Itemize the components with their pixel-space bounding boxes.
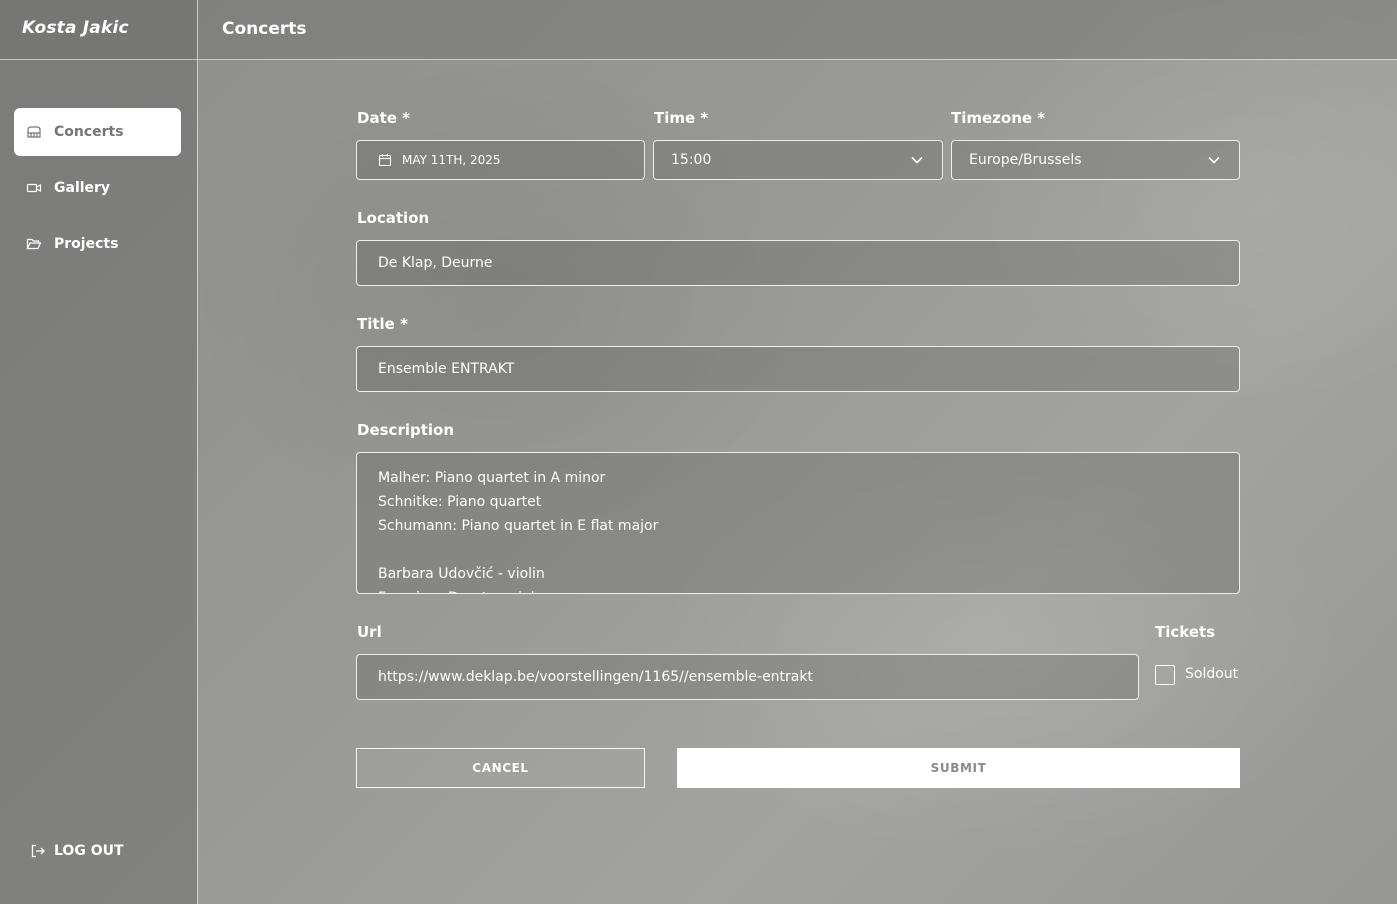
header-divider xyxy=(0,59,1397,60)
sidebar-item-concerts[interactable]: Concerts xyxy=(14,108,181,156)
chevron-down-icon xyxy=(1207,153,1221,167)
sidebar-divider xyxy=(197,0,198,904)
submit-button[interactable]: SUBMIT xyxy=(677,748,1240,788)
soldout-checkbox[interactable] xyxy=(1155,665,1175,685)
logout-icon xyxy=(30,843,46,859)
description-label: Description xyxy=(357,421,455,439)
cancel-button[interactable]: CANCEL xyxy=(356,748,645,788)
chevron-down-icon xyxy=(910,153,924,167)
description-line: Schumann: Piano quartet in E flat major xyxy=(378,518,659,534)
sidebar-item-projects[interactable]: Projects xyxy=(14,220,181,268)
description-line: Malher: Piano quartet in A minor xyxy=(378,470,606,486)
sidebar-item-label: Projects xyxy=(54,236,119,252)
logout-label: LOG OUT xyxy=(54,843,124,859)
description-line: Barbara Udovčić - violin xyxy=(378,566,545,582)
location-label: Location xyxy=(357,209,430,227)
piano-icon xyxy=(26,124,42,140)
timezone-value: Europe/Brussels xyxy=(969,152,1082,168)
url-input[interactable]: https://www.deklap.be/voorstellingen/116… xyxy=(356,654,1139,700)
time-value: 15:00 xyxy=(671,152,712,168)
tickets-label: Tickets xyxy=(1155,623,1216,641)
location-value: De Klap, Deurne xyxy=(378,255,493,271)
url-value: https://www.deklap.be/voorstellingen/116… xyxy=(378,669,813,685)
date-value: MAY 11TH, 2025 xyxy=(402,153,501,167)
title-value: Ensemble ENTRAKT xyxy=(378,361,515,377)
video-camera-icon xyxy=(26,180,42,196)
logout-button[interactable]: LOG OUT xyxy=(30,843,124,859)
description-line: Schnitke: Piano quartet xyxy=(378,494,542,510)
title-input[interactable]: Ensemble ENTRAKT xyxy=(356,346,1240,392)
header xyxy=(0,0,1397,59)
date-label: Date * xyxy=(357,109,410,127)
url-label: Url xyxy=(357,623,382,641)
calendar-icon xyxy=(378,153,392,167)
timezone-select[interactable]: Europe/Brussels xyxy=(951,140,1240,180)
time-label: Time * xyxy=(654,109,709,127)
description-textarea[interactable]: Malher: Piano quartet in A minor Schnitk… xyxy=(356,452,1240,594)
soldout-label[interactable]: Soldout xyxy=(1185,666,1238,682)
brand-logo[interactable]: Kosta Jakic xyxy=(22,18,129,38)
description-line xyxy=(378,538,1218,562)
sidebar-item-label: Gallery xyxy=(54,180,111,196)
sidebar-item-label: Concerts xyxy=(54,124,124,140)
timezone-label: Timezone * xyxy=(951,109,1046,127)
folder-open-icon xyxy=(26,236,42,252)
date-picker[interactable]: MAY 11TH, 2025 xyxy=(356,140,645,180)
title-label: Title * xyxy=(357,315,408,333)
description-line: Francisco Duarte - viola xyxy=(378,586,1218,593)
location-input[interactable]: De Klap, Deurne xyxy=(356,240,1240,286)
sidebar-item-gallery[interactable]: Gallery xyxy=(14,164,181,212)
time-select[interactable]: 15:00 xyxy=(653,140,943,180)
page-title: Concerts xyxy=(222,19,307,39)
